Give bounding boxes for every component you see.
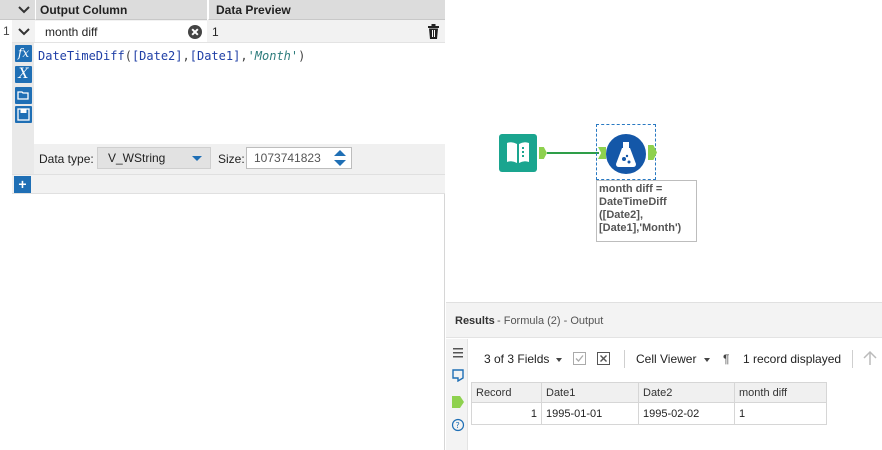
cell-viewer-selector[interactable]: Cell Viewer	[636, 352, 696, 366]
save-icon[interactable]	[15, 106, 32, 123]
pilcrow-icon[interactable]: ¶	[723, 352, 729, 366]
toolbar-divider	[624, 350, 625, 368]
expr-comma: ,	[182, 49, 190, 63]
output-column-title: Output Column	[40, 3, 128, 17]
columns-variables-icon[interactable]: X	[15, 66, 32, 83]
fields-selector[interactable]: 3 of 3 Fields	[484, 352, 549, 366]
expr-close-paren: )	[298, 49, 306, 63]
results-subtitle: - Formula (2) - Output	[497, 315, 604, 327]
table-cell[interactable]: 1	[471, 402, 542, 425]
cancel-x-icon[interactable]	[597, 352, 610, 368]
spin-up-icon[interactable]	[334, 150, 346, 156]
row-number: 1	[3, 24, 10, 38]
chevron-down-icon[interactable]	[192, 156, 202, 161]
list-icon[interactable]	[451, 346, 465, 360]
arrow-up-icon[interactable]	[862, 350, 878, 369]
clear-icon[interactable]	[188, 25, 202, 39]
data-type-label: Data type:	[39, 152, 94, 166]
row-gutter	[0, 20, 12, 195]
table-cell[interactable]: 1995-02-02	[638, 402, 735, 425]
expr-comma: ,	[240, 49, 248, 63]
output-anchor-icon[interactable]	[451, 395, 465, 409]
table-cell[interactable]: 1	[734, 402, 827, 425]
data-preview-title: Data Preview	[216, 3, 291, 17]
trash-icon[interactable]	[427, 24, 440, 42]
table-row[interactable]: 1 1995-01-01 1995-02-02 1	[471, 402, 827, 425]
add-row-strip	[12, 174, 445, 194]
column-header[interactable]: Date2	[638, 382, 735, 403]
table-header-row: Record Date1 Date2 month diff	[471, 382, 827, 403]
connection-line[interactable]	[547, 152, 599, 154]
table-cell[interactable]: 1995-01-01	[541, 402, 639, 425]
input-data-tool[interactable]	[499, 134, 537, 172]
size-label: Size:	[218, 152, 245, 166]
toolbar-divider	[852, 350, 853, 368]
column-header[interactable]: month diff	[734, 382, 827, 403]
message-icon[interactable]	[451, 368, 465, 383]
spin-down-icon[interactable]	[334, 160, 346, 166]
row-collapse-icon[interactable]	[17, 26, 31, 40]
expr-string-literal: 'Month'	[247, 49, 299, 63]
data-preview-value: 1	[212, 25, 219, 39]
data-type-value: V_WString	[108, 151, 166, 165]
open-folder-icon[interactable]	[15, 87, 32, 104]
column-header[interactable]: Date1	[541, 382, 639, 403]
chevron-down-icon[interactable]	[556, 358, 562, 362]
records-count: 1 record displayed	[743, 352, 842, 366]
tool-annotation: month diff = DateTimeDiff ([Date2], [Dat…	[596, 180, 697, 242]
expression-text[interactable]: DateTimeDiff([Date2],[Date1],'Month')	[38, 49, 305, 63]
collapse-all-icon[interactable]	[17, 4, 31, 18]
formula-tool[interactable]	[606, 134, 646, 174]
help-icon[interactable]: ?	[451, 418, 465, 432]
results-title: Results	[455, 315, 495, 327]
output-column-name-input[interactable]	[35, 21, 207, 42]
function-icon[interactable]: fx	[15, 45, 32, 62]
expr-open-paren: (	[124, 49, 132, 63]
chevron-down-icon[interactable]	[704, 358, 710, 362]
flask-icon	[616, 142, 636, 167]
book-icon	[507, 142, 529, 163]
apply-check-icon[interactable]	[573, 352, 586, 368]
add-formula-button[interactable]: +	[14, 176, 31, 193]
results-table: Record Date1 Date2 month diff 1 1995-01-…	[471, 382, 827, 425]
expr-field-date2: [Date2]	[131, 49, 183, 63]
expr-function: DateTimeDiff	[38, 49, 125, 63]
column-header[interactable]: Record	[471, 382, 542, 403]
size-value: 1073741823	[254, 151, 321, 165]
expr-field-date1: [Date1]	[189, 49, 241, 63]
svg-text:?: ?	[456, 421, 460, 430]
